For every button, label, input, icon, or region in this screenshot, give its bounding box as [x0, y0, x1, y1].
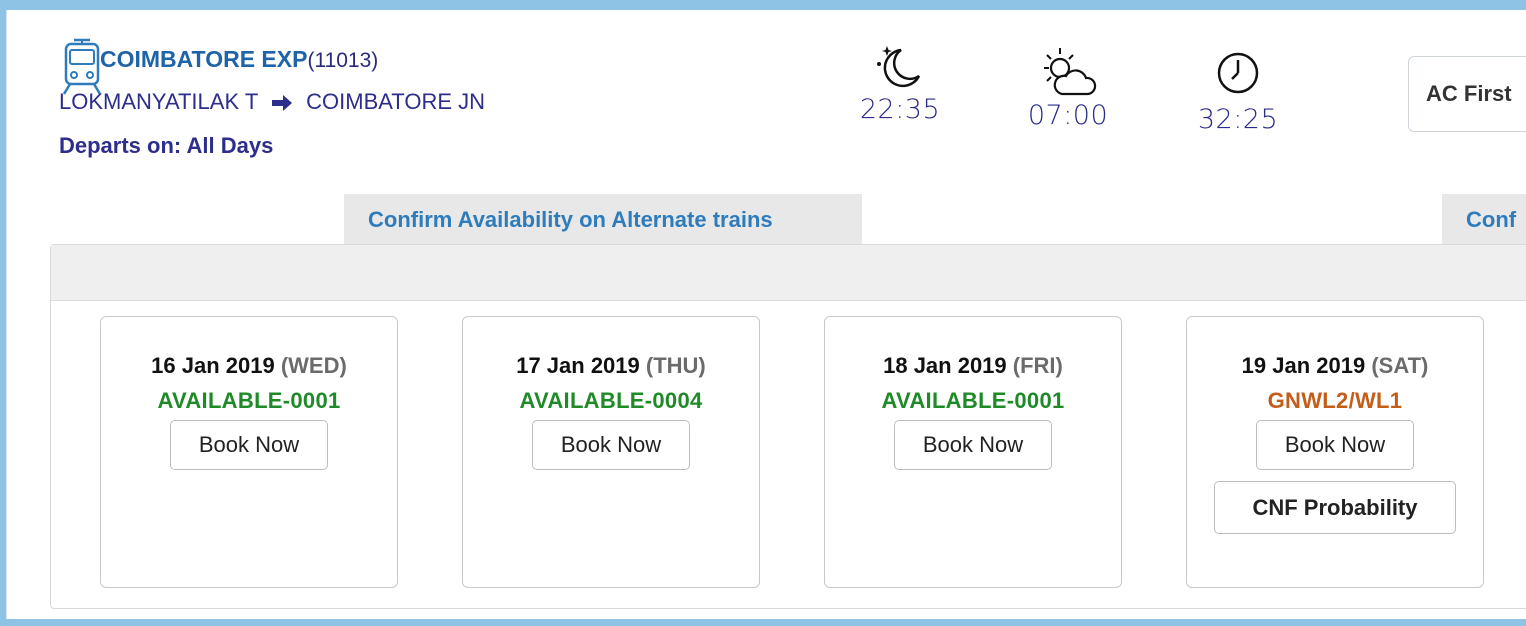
availability-status: GNWL2/WL1: [1267, 388, 1403, 413]
departure-time-block: 22:35: [840, 44, 960, 125]
availability-card-3: 18 Jan 2019 (FRI) AVAILABLE-0001 Book No…: [824, 316, 1122, 588]
tab-alternate-trains-label: Confirm Availability on Alternate trains: [368, 207, 773, 232]
moon-stars-icon: [877, 46, 921, 88]
right-arrow-icon: [272, 95, 293, 112]
book-now-button[interactable]: Book Now: [1256, 420, 1414, 470]
arrival-time-block: 07:00: [1008, 44, 1128, 131]
sun-cloud-icon: [1044, 48, 1097, 96]
book-now-button[interactable]: Book Now: [532, 420, 690, 470]
availability-card-4: 19 Jan 2019 (SAT) GNWL2/WL1 Book Now CNF…: [1186, 316, 1484, 588]
route: LOKMANYATILAK T COIMBATORE JN: [59, 89, 485, 115]
train-name-text[interactable]: COIMBATORE EXP: [100, 46, 307, 72]
train-name[interactable]: COIMBATORE EXP(11013): [100, 46, 378, 73]
card-date: 18 Jan 2019: [883, 353, 1007, 378]
tab-confirm[interactable]: Conf: [1442, 194, 1526, 246]
clock-icon: [1217, 52, 1259, 94]
class-select[interactable]: AC First: [1408, 56, 1526, 132]
availability-status: AVAILABLE-0001: [881, 388, 1065, 413]
duration-block: 32:25: [1178, 50, 1298, 135]
journey-duration: 32:25: [1197, 104, 1279, 135]
card-day: (SAT): [1371, 353, 1429, 378]
train-number: (11013): [307, 49, 379, 72]
cnf-probability-button[interactable]: CNF Probability: [1214, 481, 1456, 534]
card-day: (WED): [280, 353, 347, 378]
route-to: COIMBATORE JN: [306, 89, 486, 114]
book-now-button[interactable]: Book Now: [894, 420, 1052, 470]
availability-status: AVAILABLE-0004: [519, 388, 703, 413]
card-day: (THU): [645, 353, 706, 378]
card-date-line: 19 Jan 2019 (SAT): [1187, 353, 1483, 379]
availability-status: AVAILABLE-0001: [157, 388, 341, 413]
card-day: (FRI): [1012, 353, 1063, 378]
card-date: 19 Jan 2019: [1241, 353, 1366, 378]
availability-panel-header: [51, 245, 1526, 301]
route-from: LOKMANYATILAK T: [59, 89, 258, 114]
class-select-value: AC First: [1426, 81, 1512, 106]
availability-card-1: 16 Jan 2019 (WED) AVAILABLE-0001 Book No…: [100, 316, 398, 588]
card-date-line: 18 Jan 2019 (FRI): [825, 353, 1121, 379]
card-date: 17 Jan 2019: [516, 353, 640, 378]
tab-confirm-label: Conf: [1466, 207, 1517, 232]
card-date-line: 17 Jan 2019 (THU): [463, 353, 759, 379]
card-date: 16 Jan 2019: [151, 353, 275, 378]
book-now-button[interactable]: Book Now: [170, 420, 328, 470]
tab-alternate-trains[interactable]: Confirm Availability on Alternate trains: [344, 194, 862, 246]
availability-card-2: 17 Jan 2019 (THU) AVAILABLE-0004 Book No…: [462, 316, 760, 588]
departure-time: 22:35: [859, 94, 941, 125]
card-date-line: 16 Jan 2019 (WED): [101, 353, 397, 379]
departs-on: Departs on: All Days: [59, 133, 274, 158]
arrival-time: 07:00: [1027, 100, 1109, 131]
